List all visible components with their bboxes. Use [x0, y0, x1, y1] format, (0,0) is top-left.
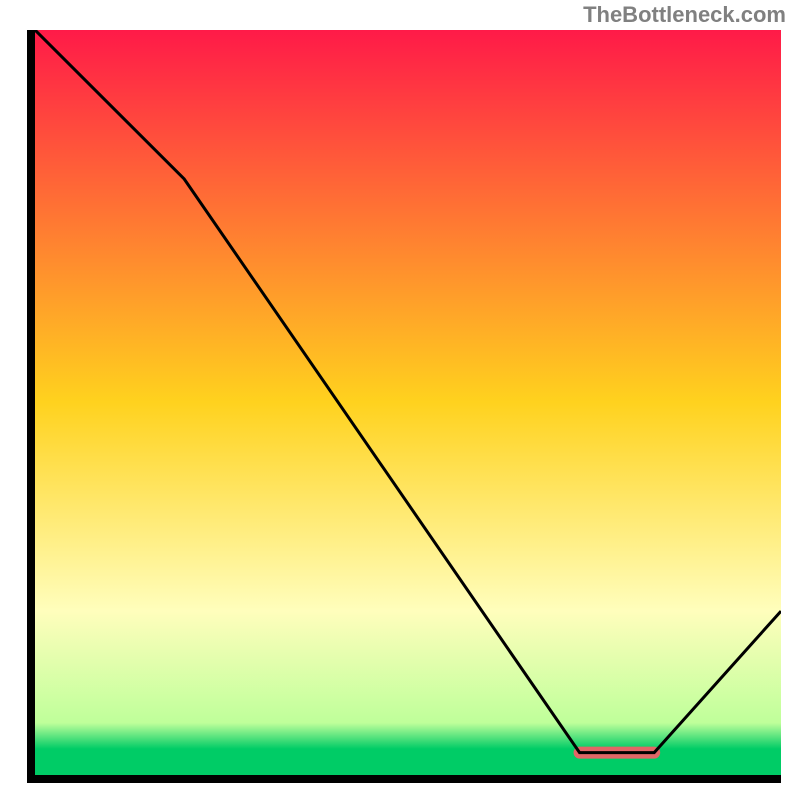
chart-frame: { "attribution": "TheBottleneck.com", "c… [0, 0, 800, 800]
chart-svg [0, 0, 800, 800]
attribution-label: TheBottleneck.com [583, 2, 786, 28]
